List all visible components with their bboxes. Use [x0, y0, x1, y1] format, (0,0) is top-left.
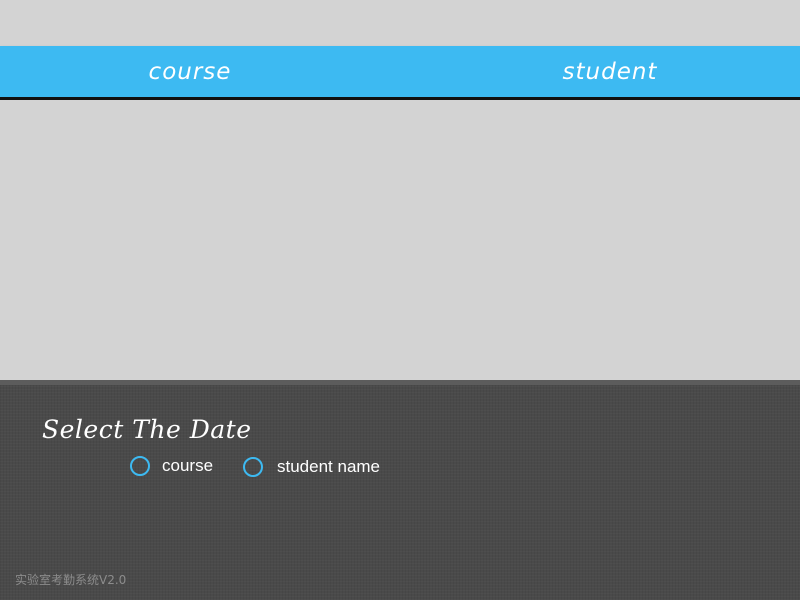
tab-student[interactable]: student — [410, 46, 800, 97]
panel-title: Select The Date — [42, 415, 252, 444]
tab-course-label: course — [148, 58, 232, 85]
radio-student-name-label: student name — [277, 457, 381, 476]
radio-circle-icon[interactable] — [130, 456, 150, 476]
radio-student-name[interactable]: student name — [243, 457, 380, 477]
radio-course[interactable]: course — [130, 456, 213, 476]
bottom-panel: Select The Date course student name 实验室考… — [0, 380, 800, 600]
top-tab-bar: course student — [0, 46, 800, 100]
version-label: 实验室考勤系统V2.0 — [15, 573, 127, 587]
main-content-area — [0, 100, 800, 380]
tab-student-label: student — [562, 58, 658, 85]
radio-circle-icon[interactable] — [243, 457, 263, 477]
tab-course[interactable]: course — [0, 46, 390, 97]
radio-course-label: course — [162, 456, 214, 475]
